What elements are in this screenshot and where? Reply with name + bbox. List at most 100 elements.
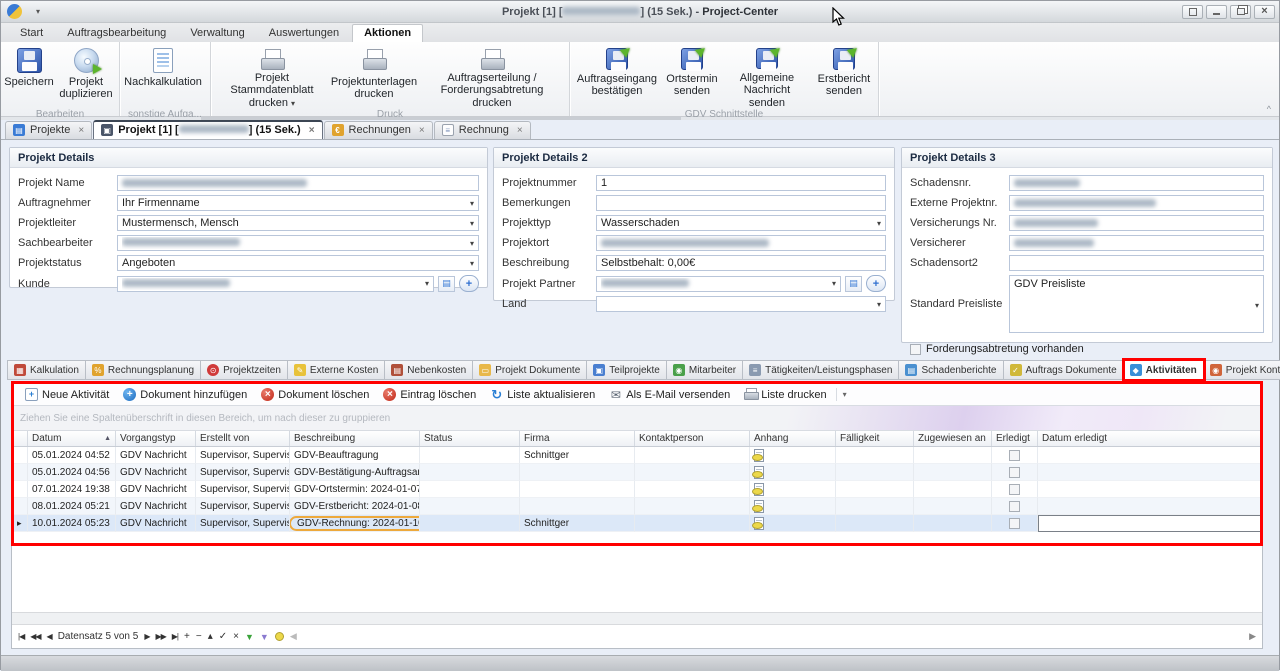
projekt-partner-select[interactable] [596,276,841,292]
append-record-button[interactable] [184,631,190,642]
column-header-datum-erledigt[interactable]: Datum erledigt [1038,431,1262,446]
attachment-icon[interactable] [754,500,764,513]
ribbon-tab-aktionen[interactable]: Aktionen [352,24,423,42]
first-record-button[interactable] [18,632,24,641]
versicherungsnr-input[interactable] [1009,215,1264,231]
tab-projektzeiten[interactable]: Projektzeiten [201,360,288,380]
doc-tab-rechnungen[interactable]: Rechnungen [324,121,433,139]
projektstatus-select[interactable]: Angeboten [117,255,479,271]
close-tab-icon[interactable] [309,125,315,136]
projekttyp-select[interactable]: Wasserschaden [596,215,886,231]
liste-drucken-button[interactable]: Liste drucken [737,386,833,403]
edit-record-button[interactable] [208,631,213,642]
tab-taetigkeiten[interactable]: Tätigkeiten/Leistungsphasen [743,360,899,380]
land-select[interactable] [596,296,886,312]
group-by-area[interactable]: Ziehen Sie eine Spaltenüberschrift in di… [12,406,1262,431]
erledigt-checkbox[interactable] [1009,484,1020,495]
speichern-button[interactable]: Speichern [3,45,55,109]
beschreibung-input[interactable]: Selbstbehalt: 0,00€ [596,255,886,271]
projektort-input[interactable] [596,235,886,251]
versicherer-input[interactable] [1009,235,1264,251]
kunde-select[interactable] [117,276,434,292]
open-record-icon[interactable] [845,276,862,292]
tab-kalkulation[interactable]: Kalkulation [7,360,86,380]
projekt-name-input[interactable] [117,175,479,191]
open-record-icon[interactable] [438,276,455,292]
last-record-button[interactable] [172,632,178,641]
dropdown-arrow-icon[interactable] [466,236,478,250]
column-header-beschreibung[interactable]: Beschreibung [290,431,420,446]
standard-preisliste-select[interactable]: GDV Preisliste [1009,275,1264,333]
ribbon-tab-auswertungen[interactable]: Auswertungen [258,25,350,42]
column-header-datum[interactable]: Datum [28,431,116,446]
schadensort2-input[interactable] [1009,255,1264,271]
attachment-icon[interactable] [754,517,764,530]
column-header-erledigt[interactable]: Erledigt [992,431,1038,446]
nachkalkulation-button[interactable]: Nachkalkulation [122,45,204,109]
toolbar-more-button[interactable] [836,388,853,401]
minimize-button[interactable] [1206,5,1227,19]
projekt-duplizieren-button[interactable]: Projekt duplizieren [55,45,117,109]
dropdown-arrow-icon[interactable] [466,256,478,270]
neue-aktivitaet-button[interactable]: Neue Aktivität [18,386,116,403]
tab-externe-kosten[interactable]: Externe Kosten [288,360,385,380]
table-row[interactable]: 05.01.2024 04:56 GDV Nachricht Superviso… [12,464,1262,481]
stammdatenblatt-drucken-button[interactable]: Projekt Stammdatenblatt drucken [213,45,331,109]
dropdown-arrow-icon[interactable] [828,277,840,291]
table-row[interactable]: 05.01.2024 04:52 GDV Nachricht Superviso… [12,447,1262,464]
scroll-right-icon[interactable] [1249,631,1256,642]
tab-rechnungsplanung[interactable]: Rechnungsplanung [86,360,201,380]
add-kunde-button[interactable] [459,275,479,292]
restore-button[interactable] [1230,5,1251,19]
erstbericht-senden-button[interactable]: Erstbericht senden [812,45,876,109]
tab-mitarbeiter[interactable]: Mitarbeiter [667,360,743,380]
als-email-versenden-button[interactable]: Als E-Mail versenden [602,386,737,403]
ribbon-tab-start[interactable]: Start [9,25,54,42]
forderungsabtretung-checkbox[interactable] [910,344,921,355]
dropdown-arrow-icon[interactable] [466,216,478,230]
dropdown-arrow-icon[interactable] [873,297,885,311]
scroll-left-icon[interactable] [290,631,297,642]
tab-teilprojekte[interactable]: Teilprojekte [587,360,667,380]
column-header-vorgangstyp[interactable]: Vorgangstyp [116,431,196,446]
eintrag-loeschen-button[interactable]: Eintrag löschen [376,386,483,403]
cancel-edit-button[interactable] [233,631,239,642]
ribbon-tab-auftragsbearbeitung[interactable]: Auftragsbearbeitung [56,25,177,42]
attachment-icon[interactable] [754,483,764,496]
ortstermin-senden-button[interactable]: Ortstermin senden [662,45,722,109]
projektnummer-input[interactable]: 1 [596,175,886,191]
erledigt-checkbox[interactable] [1009,467,1020,478]
allgemeine-nachricht-senden-button[interactable]: Allgemeine Nachricht senden [722,45,812,109]
projektunterlagen-drucken-button[interactable]: Projektunterlagen drucken [331,45,417,109]
bemerkungen-input[interactable] [596,195,886,211]
close-tab-icon[interactable] [78,125,84,136]
tab-nebenkosten[interactable]: Nebenkosten [385,360,473,380]
column-header-status[interactable]: Status [420,431,520,446]
sachbearbeiter-select[interactable] [117,235,479,251]
dropdown-arrow-icon[interactable] [873,216,885,230]
delete-record-button[interactable] [196,631,202,642]
projektleiter-select[interactable]: Mustermensch, Mensch [117,215,479,231]
column-header-erstellt-von[interactable]: Erstellt von [196,431,290,446]
post-edit-button[interactable] [219,631,227,642]
auftragserteilung-drucken-button[interactable]: Auftragserteilung / Forderungsabtretung … [417,45,567,109]
dokument-loeschen-button[interactable]: Dokument löschen [254,386,376,403]
collapse-ribbon-icon[interactable]: ^ [1267,104,1271,114]
tab-aktivitaeten[interactable]: Aktivitäten [1124,360,1204,380]
dokument-hinzufuegen-button[interactable]: Dokument hinzufügen [116,386,254,403]
erledigt-checkbox[interactable] [1009,450,1020,461]
ribbon-tab-verwaltung[interactable]: Verwaltung [179,25,255,42]
column-header-firma[interactable]: Firma [520,431,635,446]
dropdown-arrow-icon[interactable] [466,196,478,210]
column-header-kontaktperson[interactable]: Kontaktperson [635,431,750,446]
close-tab-icon[interactable] [419,125,425,136]
app-icon[interactable] [7,4,22,19]
table-row-selected[interactable]: 10.01.2024 05:23 GDV Nachricht Superviso… [12,515,1262,532]
close-tab-icon[interactable] [517,125,523,136]
history-icon[interactable] [275,632,284,641]
add-partner-button[interactable] [866,275,886,292]
schadensnr-input[interactable] [1009,175,1264,191]
dropdown-arrow-icon[interactable] [421,277,433,291]
doc-tab-rechnung[interactable]: Rechnung [434,121,531,139]
quick-access-caret-icon[interactable]: ▾ [36,7,40,16]
